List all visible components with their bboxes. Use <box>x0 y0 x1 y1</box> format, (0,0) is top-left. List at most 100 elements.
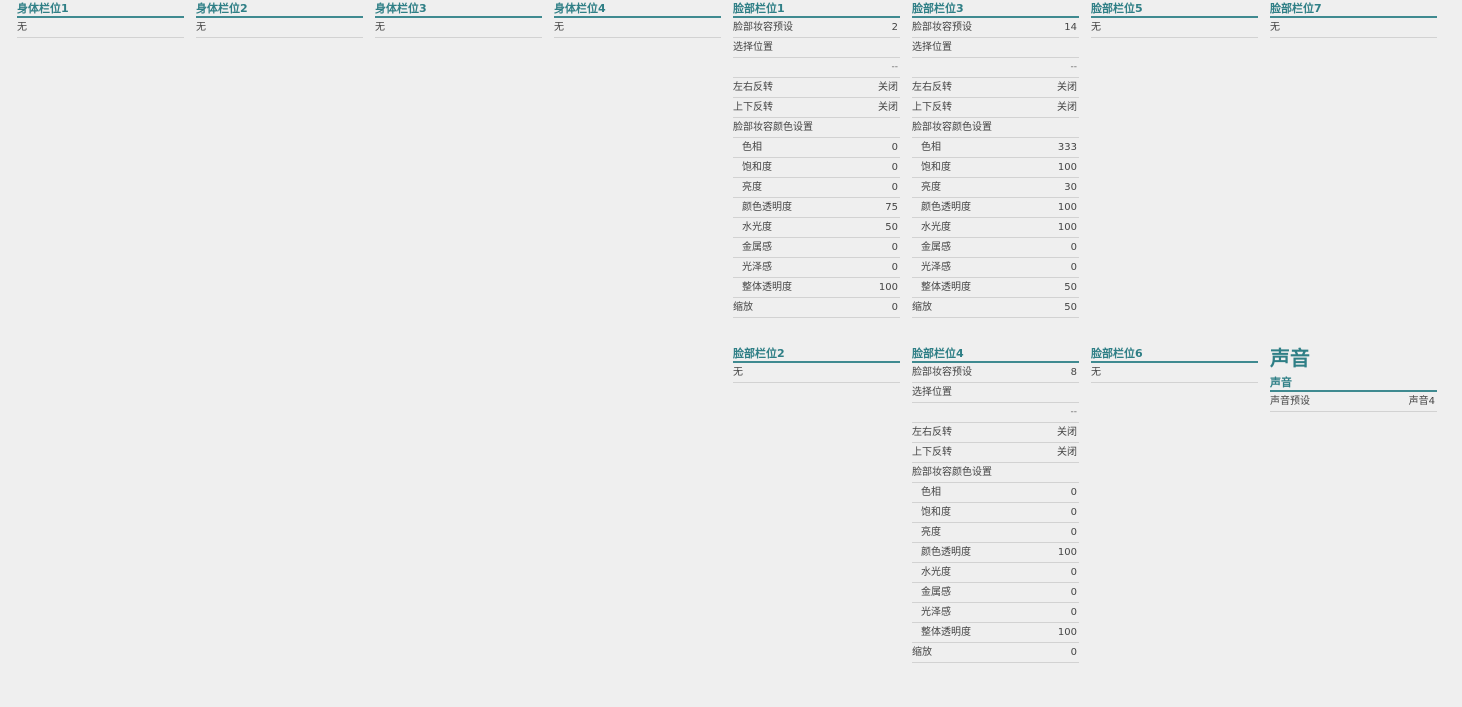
makeup-preset-label: 脸部妆容预设 <box>912 22 972 33</box>
body-slot-4-value-row[interactable]: 无 <box>554 18 721 38</box>
select-position-row[interactable]: 选择位置 <box>912 38 1079 58</box>
color-opacity-label: 颜色透明度 <box>921 547 971 558</box>
select-position-row[interactable]: 选择位置 <box>733 38 900 58</box>
face-slot-5-title: 脸部栏位5 <box>1091 2 1258 18</box>
brightness-row[interactable]: 亮度 0 <box>912 523 1079 543</box>
overall-opacity-value: 100 <box>1057 627 1077 638</box>
overall-opacity-row[interactable]: 整体透明度 100 <box>733 278 900 298</box>
overall-opacity-row[interactable]: 整体透明度 50 <box>912 278 1079 298</box>
face-slot-5-value-row[interactable]: 无 <box>1091 18 1258 38</box>
hue-row[interactable]: 色相 333 <box>912 138 1079 158</box>
body-slot-2-value: 无 <box>196 22 206 33</box>
metallic-value: 0 <box>1070 587 1077 598</box>
metallic-row[interactable]: 金属感 0 <box>912 238 1079 258</box>
sheen-value: 0 <box>1070 607 1077 618</box>
flip-vertical-row[interactable]: 上下反转 关闭 <box>733 98 900 118</box>
flip-horizontal-value: 关闭 <box>1057 427 1077 438</box>
makeup-preset-row[interactable]: 脸部妆容预设 14 <box>912 18 1079 38</box>
face-slot-4-title: 脸部栏位4 <box>912 347 1079 363</box>
position-value-row[interactable]: -- <box>912 58 1079 78</box>
face-slot-2-value: 无 <box>733 367 743 378</box>
scale-label: 缩放 <box>912 302 932 313</box>
overall-opacity-row[interactable]: 整体透明度 100 <box>912 623 1079 643</box>
sound-panel: 声音 声音预设 声音4 <box>1270 376 1437 412</box>
sound-preset-row[interactable]: 声音预设 声音4 <box>1270 392 1437 412</box>
makeup-preset-row[interactable]: 脸部妆容预设 2 <box>733 18 900 38</box>
position-value-row[interactable]: -- <box>912 403 1079 423</box>
brightness-value: 0 <box>1070 527 1077 538</box>
flip-horizontal-label: 左右反转 <box>733 82 773 93</box>
body-slot-4-value: 无 <box>554 22 564 33</box>
glossiness-value: 50 <box>885 222 898 233</box>
face-slot-5-panel: 脸部栏位5 无 <box>1091 2 1258 38</box>
scale-row[interactable]: 缩放 0 <box>733 298 900 318</box>
metallic-value: 0 <box>1070 242 1077 253</box>
makeup-color-settings-label: 脸部妆容颜色设置 <box>733 122 813 133</box>
hue-row[interactable]: 色相 0 <box>733 138 900 158</box>
face-slot-7-value-row[interactable]: 无 <box>1270 18 1437 38</box>
color-opacity-value: 75 <box>885 202 898 213</box>
flip-vertical-row[interactable]: 上下反转 关闭 <box>912 98 1079 118</box>
scale-label: 缩放 <box>912 647 932 658</box>
makeup-color-settings-row: 脸部妆容颜色设置 <box>912 463 1079 483</box>
face-slot-4-panel: 脸部栏位4 脸部妆容预设 8 选择位置 -- 左右反转 关闭 上下反转 关闭 脸部妆容… <box>912 347 1079 663</box>
glossiness-row[interactable]: 水光度 0 <box>912 563 1079 583</box>
brightness-row[interactable]: 亮度 0 <box>733 178 900 198</box>
saturation-row[interactable]: 饱和度 100 <box>912 158 1079 178</box>
sheen-row[interactable]: 光泽感 0 <box>912 603 1079 623</box>
body-slot-3-panel: 身体栏位3 无 <box>375 2 542 38</box>
flip-vertical-label: 上下反转 <box>733 102 773 113</box>
sheen-row[interactable]: 光泽感 0 <box>733 258 900 278</box>
position-value-row[interactable]: -- <box>733 58 900 78</box>
flip-horizontal-row[interactable]: 左右反转 关闭 <box>912 78 1079 98</box>
sound-section-title: 声音 <box>1270 376 1437 392</box>
sheen-row[interactable]: 光泽感 0 <box>912 258 1079 278</box>
flip-vertical-row[interactable]: 上下反转 关闭 <box>912 443 1079 463</box>
scale-row[interactable]: 缩放 0 <box>912 643 1079 663</box>
flip-horizontal-row[interactable]: 左右反转 关闭 <box>733 78 900 98</box>
saturation-row[interactable]: 饱和度 0 <box>733 158 900 178</box>
saturation-label: 饱和度 <box>921 162 951 173</box>
body-slot-2-value-row[interactable]: 无 <box>196 18 363 38</box>
select-position-row[interactable]: 选择位置 <box>912 383 1079 403</box>
scale-row[interactable]: 缩放 50 <box>912 298 1079 318</box>
face-slot-2-value-row[interactable]: 无 <box>733 363 900 383</box>
flip-horizontal-value: 关闭 <box>1057 82 1077 93</box>
flip-horizontal-label: 左右反转 <box>912 82 952 93</box>
overall-opacity-label: 整体透明度 <box>921 282 971 293</box>
metallic-row[interactable]: 金属感 0 <box>912 583 1079 603</box>
scale-value: 0 <box>1070 647 1077 658</box>
color-opacity-row[interactable]: 颜色透明度 100 <box>912 198 1079 218</box>
flip-vertical-value: 关闭 <box>878 102 898 113</box>
color-opacity-row[interactable]: 颜色透明度 100 <box>912 543 1079 563</box>
body-slot-1-title: 身体栏位1 <box>17 2 184 18</box>
flip-horizontal-value: 关闭 <box>878 82 898 93</box>
body-slot-1-value-row[interactable]: 无 <box>17 18 184 38</box>
glossiness-row[interactable]: 水光度 50 <box>733 218 900 238</box>
face-slot-6-value-row[interactable]: 无 <box>1091 363 1258 383</box>
face-slot-2-title: 脸部栏位2 <box>733 347 900 363</box>
brightness-row[interactable]: 亮度 30 <box>912 178 1079 198</box>
flip-vertical-label: 上下反转 <box>912 447 952 458</box>
body-slot-3-value-row[interactable]: 无 <box>375 18 542 38</box>
makeup-preset-value: 2 <box>891 22 898 33</box>
body-slot-4-title: 身体栏位4 <box>554 2 721 18</box>
glossiness-row[interactable]: 水光度 100 <box>912 218 1079 238</box>
metallic-row[interactable]: 金属感 0 <box>733 238 900 258</box>
sound-preset-value: 声音4 <box>1408 396 1435 407</box>
color-opacity-row[interactable]: 颜色透明度 75 <box>733 198 900 218</box>
saturation-row[interactable]: 饱和度 0 <box>912 503 1079 523</box>
face-slot-6-title: 脸部栏位6 <box>1091 347 1258 363</box>
makeup-preset-row[interactable]: 脸部妆容预设 8 <box>912 363 1079 383</box>
makeup-preset-value: 8 <box>1070 367 1077 378</box>
hue-row[interactable]: 色相 0 <box>912 483 1079 503</box>
hue-value: 0 <box>1070 487 1077 498</box>
overall-opacity-value: 100 <box>878 282 898 293</box>
glossiness-value: 100 <box>1057 222 1077 233</box>
body-slot-3-title: 身体栏位3 <box>375 2 542 18</box>
flip-horizontal-row[interactable]: 左右反转 关闭 <box>912 423 1079 443</box>
overall-opacity-label: 整体透明度 <box>921 627 971 638</box>
hue-value: 0 <box>891 142 898 153</box>
saturation-label: 饱和度 <box>921 507 951 518</box>
face-slot-7-panel: 脸部栏位7 无 <box>1270 2 1437 38</box>
